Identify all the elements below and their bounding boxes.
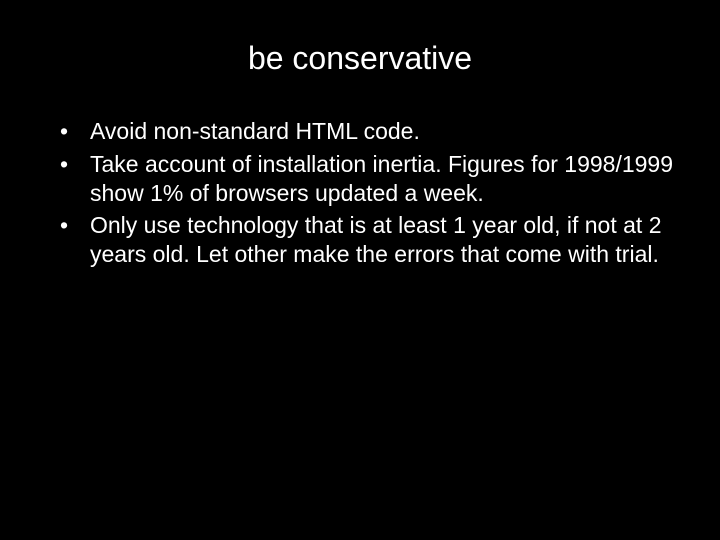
list-item: Only use technology that is at least 1 y…: [60, 211, 680, 269]
bullet-list: Avoid non-standard HTML code. Take accou…: [40, 117, 680, 269]
list-item: Avoid non-standard HTML code.: [60, 117, 680, 146]
slide-title: be conservative: [40, 40, 680, 77]
slide-container: be conservative Avoid non-standard HTML …: [0, 0, 720, 540]
list-item: Take account of installation inertia. Fi…: [60, 150, 680, 208]
